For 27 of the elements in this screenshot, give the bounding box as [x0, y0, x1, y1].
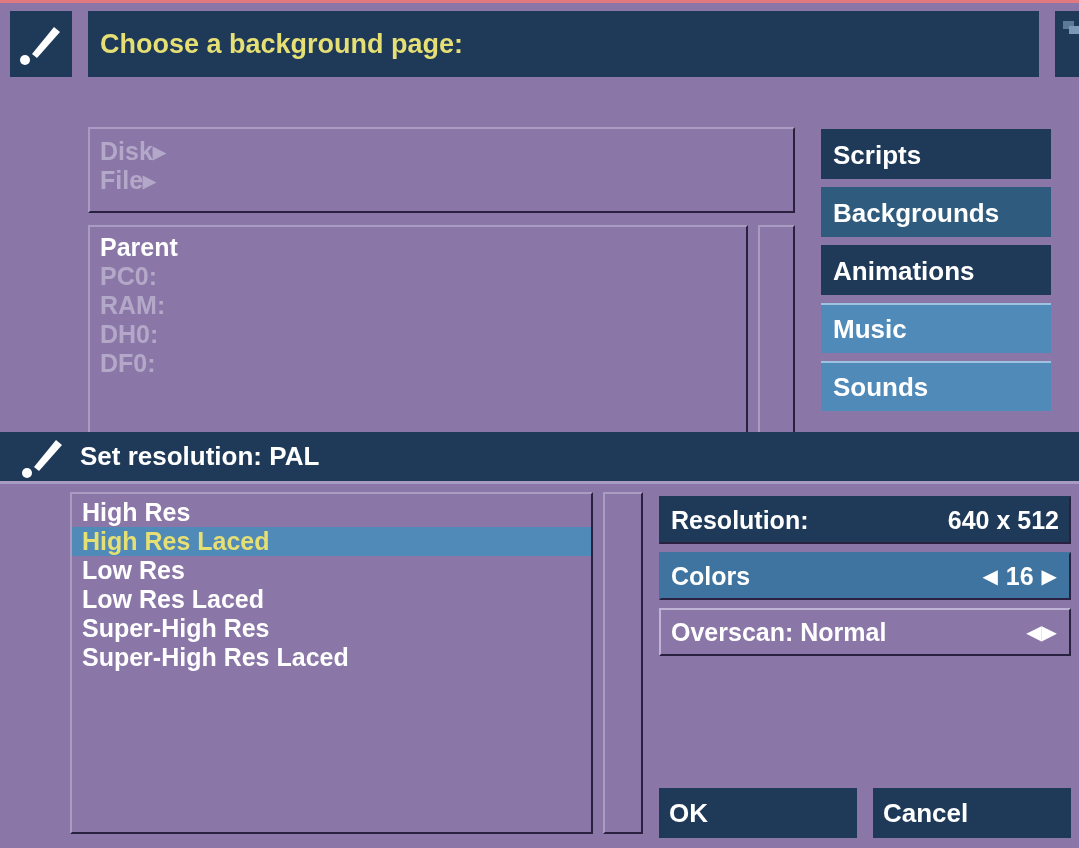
colors-label: Colors [671, 561, 751, 591]
mode-item[interactable]: High Res [72, 498, 592, 527]
increase-button[interactable]: ▶ [1039, 564, 1059, 588]
mode-item[interactable]: Low Res Laced [72, 585, 592, 614]
decrease-button[interactable]: ◀ [980, 564, 1000, 588]
category-button[interactable]: Music [821, 303, 1051, 353]
resolution-value: 640 x 512 [947, 505, 1059, 535]
volume-item[interactable]: Parent [100, 233, 178, 262]
dialog-button[interactable]: Cancel [873, 788, 1071, 838]
dialog-title: Choose a background page: [88, 11, 1039, 77]
mode-item[interactable]: High Res Laced [72, 527, 592, 556]
cycle-button[interactable]: ◀▶ [1024, 620, 1059, 644]
category-button[interactable]: Sounds [821, 361, 1051, 411]
category-button[interactable]: Scripts [821, 129, 1051, 179]
category-button[interactable]: Backgrounds [821, 187, 1051, 237]
depth-icon [1063, 21, 1079, 35]
resolution-label: Resolution: [671, 505, 809, 535]
overscan-label: Overscan: Normal [671, 617, 887, 647]
mode-item[interactable]: Super-High Res Laced [72, 643, 592, 672]
dialog-title: Set resolution: PAL [80, 441, 320, 472]
depth-gadget[interactable] [1055, 11, 1079, 77]
category-button[interactable]: Animations [821, 245, 1051, 295]
scrollbar[interactable] [603, 492, 643, 834]
mode-item[interactable]: Low Res [72, 556, 592, 585]
colors-value: 16 [1005, 561, 1034, 591]
dialog-button[interactable]: OK [659, 788, 857, 838]
mode-item[interactable]: Super-High Res [72, 614, 592, 643]
